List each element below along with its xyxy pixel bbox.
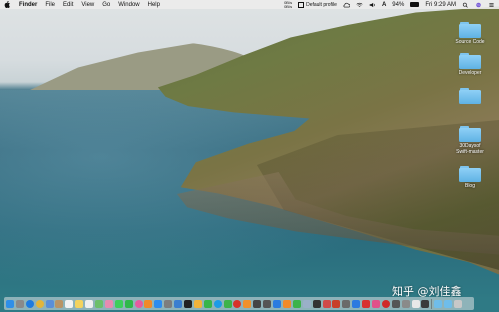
- desktop-item-label: Source Code: [455, 39, 485, 45]
- folder-icon: [459, 88, 481, 104]
- disk-utility-icon[interactable]: [401, 299, 410, 308]
- notification-center-icon[interactable]: [488, 2, 495, 8]
- network-speed-widget[interactable]: 0B/s 0B/s: [284, 0, 293, 9]
- folder-icon: [459, 126, 481, 142]
- desktop-folder-30daysofswift[interactable]: 30Daysof Swift-master: [450, 126, 490, 155]
- dock: [4, 297, 474, 310]
- itunes-icon[interactable]: [134, 299, 143, 308]
- numbers-icon[interactable]: [292, 299, 301, 308]
- ibooks-icon[interactable]: [144, 299, 153, 308]
- menu-edit[interactable]: Edit: [63, 2, 73, 8]
- desktop-item-label: Developer: [458, 70, 482, 76]
- pages-icon[interactable]: [282, 299, 291, 308]
- menu-file[interactable]: File: [45, 2, 55, 8]
- menu-view[interactable]: View: [81, 2, 94, 8]
- mail-icon[interactable]: [45, 299, 54, 308]
- documents-folder-icon[interactable]: [444, 299, 453, 308]
- desktop-folder-developer[interactable]: Developer: [450, 53, 490, 77]
- clock[interactable]: Fri 9:29 AM: [425, 2, 456, 8]
- contacts-icon[interactable]: [55, 299, 64, 308]
- opera-icon[interactable]: [381, 299, 390, 308]
- textedit-icon[interactable]: [411, 299, 420, 308]
- maps-icon[interactable]: [95, 299, 104, 308]
- menu-go[interactable]: Go: [102, 2, 110, 8]
- apple-menu-icon[interactable]: [4, 1, 10, 8]
- evernote-icon[interactable]: [223, 299, 232, 308]
- github-icon[interactable]: [253, 299, 262, 308]
- menu-bar-status-area: 0B/s 0B/s Default profile A 94% Fri 9:29…: [284, 0, 495, 9]
- desktop-item-label: 30Daysof Swift-master: [456, 143, 484, 155]
- menu-window[interactable]: Window: [118, 2, 139, 8]
- instruments-icon[interactable]: [322, 299, 331, 308]
- youdao-icon[interactable]: [362, 299, 371, 308]
- desktop-folder-unnamed[interactable]: [450, 88, 490, 106]
- sublime-icon[interactable]: [243, 299, 252, 308]
- profile-menu[interactable]: Default profile: [298, 1, 337, 8]
- messages-icon[interactable]: [114, 299, 123, 308]
- cloud-icon[interactable]: [343, 2, 350, 8]
- dock-separator: [431, 298, 433, 309]
- qq-icon[interactable]: [213, 299, 222, 308]
- menu-bar: Finder File Edit View Go Window Help 0B/…: [0, 0, 499, 9]
- activity-monitor-icon[interactable]: [312, 299, 321, 308]
- facetime-icon[interactable]: [124, 299, 133, 308]
- wifi-icon[interactable]: [356, 2, 363, 8]
- system-preferences-icon[interactable]: [164, 299, 173, 308]
- siri-icon[interactable]: [475, 2, 482, 8]
- wechat-icon[interactable]: [203, 299, 212, 308]
- desktop-item-label: Blog: [464, 183, 475, 189]
- menu-finder[interactable]: Finder: [19, 2, 37, 8]
- paw-icon[interactable]: [332, 299, 341, 308]
- desktop-wallpaper: [0, 0, 499, 312]
- desktop-folder-blog[interactable]: Blog: [450, 166, 490, 190]
- preview-icon[interactable]: [302, 299, 311, 308]
- spotlight-search-icon[interactable]: [462, 2, 469, 8]
- menu-bar-left: Finder File Edit View Go Window Help: [4, 1, 168, 8]
- xcode-icon[interactable]: [174, 299, 183, 308]
- chrome-icon[interactable]: [35, 299, 44, 308]
- netease-music-icon[interactable]: [233, 299, 242, 308]
- battery-icon[interactable]: [410, 2, 420, 7]
- photos-icon[interactable]: [104, 299, 113, 308]
- finder-icon[interactable]: [6, 299, 14, 308]
- input-source-icon[interactable]: A: [382, 2, 386, 8]
- desktop-folder-source-code[interactable]: Source Code: [450, 22, 490, 46]
- network-download-speed: 0B/s: [284, 3, 293, 9]
- safari-icon[interactable]: [25, 299, 34, 308]
- keychain-icon[interactable]: [391, 299, 400, 308]
- cleanmymac-icon[interactable]: [371, 299, 380, 308]
- folder-icon: [459, 166, 481, 182]
- launchpad-icon[interactable]: [15, 299, 24, 308]
- menu-help[interactable]: Help: [148, 2, 160, 8]
- volume-icon[interactable]: [369, 2, 376, 8]
- reminders-icon[interactable]: [85, 299, 94, 308]
- folder-icon: [459, 22, 481, 38]
- profile-checkbox-icon: [298, 1, 305, 8]
- notes-icon[interactable]: [75, 299, 84, 308]
- terminal-icon[interactable]: [184, 299, 193, 308]
- trash-icon[interactable]: [453, 299, 462, 308]
- sketch-icon[interactable]: [193, 299, 202, 308]
- appstore-icon[interactable]: [154, 299, 163, 308]
- downloads-folder-icon[interactable]: [434, 299, 443, 308]
- battery-percentage[interactable]: 94%: [392, 2, 404, 8]
- keynote-icon[interactable]: [273, 299, 282, 308]
- simulator-icon[interactable]: [342, 299, 351, 308]
- folder-icon: [459, 53, 481, 69]
- console-icon[interactable]: [421, 299, 430, 308]
- battery-level-fill: [411, 3, 418, 6]
- default-profile-label: Default profile: [306, 1, 337, 8]
- dash-icon[interactable]: [263, 299, 272, 308]
- thunder-icon[interactable]: [352, 299, 361, 308]
- calendar-icon[interactable]: [65, 299, 74, 308]
